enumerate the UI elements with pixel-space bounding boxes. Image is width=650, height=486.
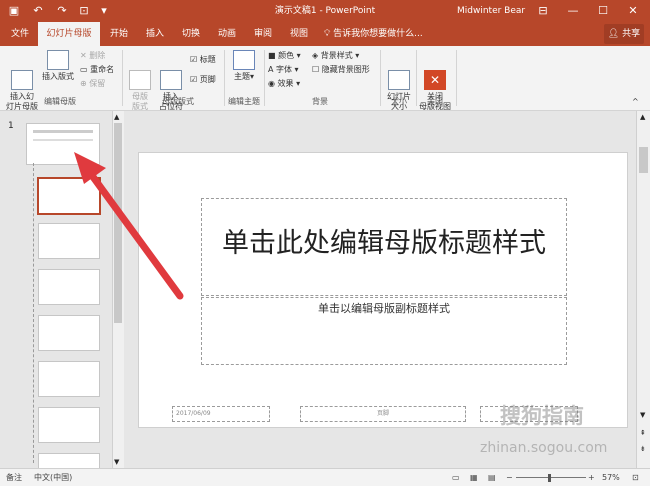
zoom-in-icon[interactable]: + bbox=[588, 469, 595, 486]
zoom-level[interactable]: 57% bbox=[602, 469, 620, 486]
annotation-arrow bbox=[74, 152, 184, 300]
arrow-shaft bbox=[84, 166, 184, 300]
notes-label[interactable]: 备注 bbox=[6, 469, 22, 486]
reading-view-icon[interactable]: ▤ bbox=[488, 469, 496, 486]
normal-view-icon[interactable]: ▭ bbox=[452, 469, 460, 486]
slide-sorter-icon[interactable]: ▦ bbox=[470, 469, 478, 486]
status-bar: 备注 中文(中国) ▭ ▦ ▤ − + 57% ⊡ bbox=[0, 468, 650, 486]
zoom-slider[interactable] bbox=[516, 477, 586, 478]
zoom-out-icon[interactable]: − bbox=[506, 469, 513, 486]
fit-to-window-icon[interactable]: ⊡ bbox=[632, 469, 639, 486]
arrow-head bbox=[74, 152, 106, 184]
language-label[interactable]: 中文(中国) bbox=[34, 469, 72, 486]
zoom-slider-thumb[interactable] bbox=[548, 474, 551, 482]
